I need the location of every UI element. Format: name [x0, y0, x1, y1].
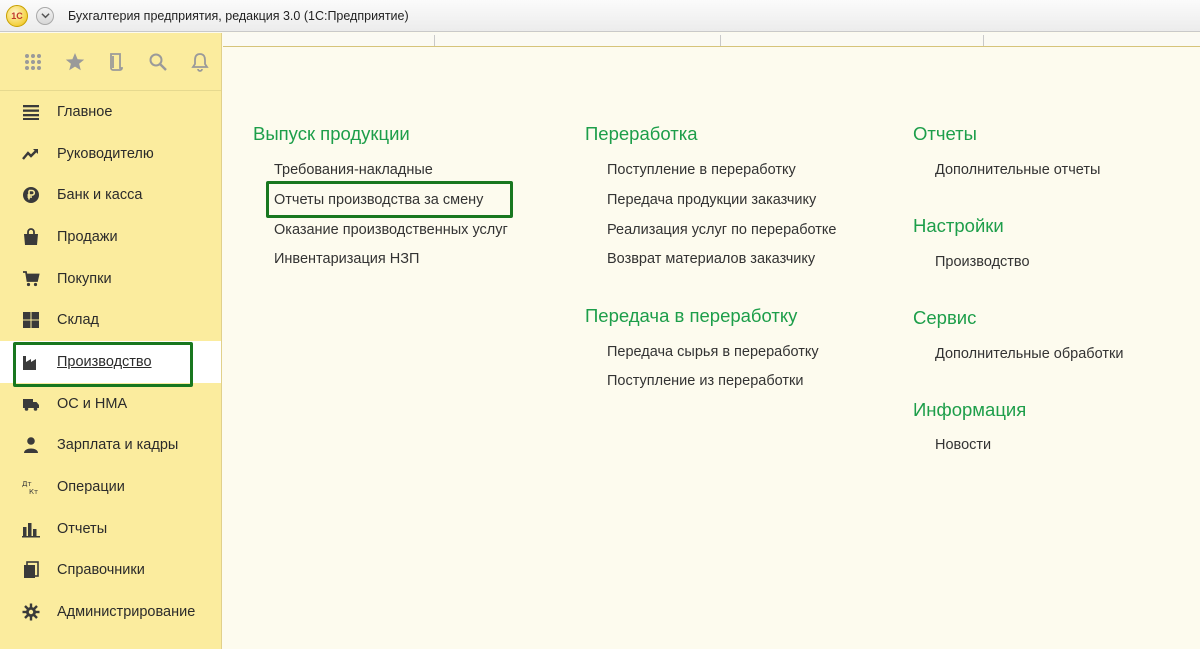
link-shift-production-reports[interactable]: Отчеты производства за смену [274, 192, 483, 208]
chevron-down-icon [40, 13, 50, 19]
sections-panel: Главное Руководителю Банк и касса Продаж… [0, 33, 222, 649]
1c-logo-icon[interactable]: 1С [6, 4, 28, 27]
sidebar-item-main[interactable]: Главное [0, 91, 221, 133]
factory-icon [20, 352, 42, 372]
sidebar-item-purchases[interactable]: Покупки [0, 258, 221, 300]
sidebar-item-salary[interactable]: Зарплата и кадры [0, 425, 221, 467]
link-receipt-from-processing[interactable]: Поступление из переработки [607, 373, 803, 389]
link-receipt-for-processing[interactable]: Поступление в переработку [607, 162, 796, 178]
link-news[interactable]: Новости [935, 437, 991, 453]
logo-text: 1С [11, 10, 23, 21]
person-icon [20, 435, 42, 455]
sidebar-toolbar [0, 33, 221, 91]
section-title-settings: Настройки [913, 215, 1004, 236]
apps-grid-icon[interactable] [12, 40, 54, 84]
section-title-info: Информация [913, 399, 1027, 420]
sidebar-item-label: Отчеты [57, 520, 108, 537]
window-titlebar: 1С Бухгалтерия предприятия, редакция 3.0… [0, 0, 1200, 32]
sidebar-item-reports[interactable]: Отчеты [0, 508, 221, 550]
tab-separator [720, 35, 721, 46]
bar-chart-icon [20, 519, 42, 539]
bell-icon[interactable] [179, 40, 221, 84]
sidebar-item-manager[interactable]: Руководителю [0, 133, 221, 175]
section-title-reports: Отчеты [913, 123, 977, 144]
trend-up-icon [20, 144, 42, 164]
sidebar-item-label: Руководителю [57, 145, 154, 162]
link-wip-inventory[interactable]: Инвентаризация НЗП [274, 251, 419, 267]
sidebar-item-label: Покупки [57, 270, 112, 287]
sidebar-item-label: ОС и НМА [57, 395, 128, 412]
sidebar-item-label: Операции [57, 479, 125, 496]
shopping-bag-icon [20, 227, 42, 247]
main-menu-button[interactable] [36, 6, 54, 25]
link-materials-return[interactable]: Возврат материалов заказчику [607, 251, 815, 267]
link-additional-reports[interactable]: Дополнительные отчеты [935, 162, 1100, 178]
star-icon[interactable] [54, 40, 96, 84]
sidebar-item-sales[interactable]: Продажи [0, 216, 221, 258]
search-icon[interactable] [137, 40, 179, 84]
gear-icon [20, 602, 42, 622]
sidebar-item-label: Банк и касса [57, 187, 143, 204]
sidebar-item-label: Продажи [57, 228, 118, 245]
svg-text:Кт: Кт [29, 488, 38, 496]
sidebar-item-label: Склад [57, 312, 99, 329]
link-production-settings[interactable]: Производство [935, 254, 1030, 270]
sidebar-item-label: Справочники [57, 562, 145, 579]
sidebar-item-directories[interactable]: Справочники [0, 550, 221, 592]
menu-lines-icon [20, 102, 42, 122]
history-icon[interactable] [96, 40, 138, 84]
link-additional-processing[interactable]: Дополнительные обработки [935, 346, 1123, 362]
window-title: Бухгалтерия предприятия, редакция 3.0 (1… [68, 8, 409, 23]
open-windows-strip [223, 33, 1200, 47]
sidebar-item-label: Производство [57, 353, 152, 370]
link-transfer-to-customer[interactable]: Передача продукции заказчику [607, 192, 816, 208]
ruble-coin-icon [20, 185, 42, 205]
warehouse-grid-icon [20, 310, 42, 330]
truck-icon [20, 394, 42, 414]
sidebar-item-label: Администрирование [57, 604, 196, 621]
section-title-to-processing: Передача в переработку [585, 305, 798, 326]
svg-text:Дт: Дт [22, 480, 32, 488]
link-requirements-invoices[interactable]: Требования-накладные [274, 162, 433, 178]
link-production-services[interactable]: Оказание производственных услуг [274, 222, 508, 238]
sidebar-item-label: Главное [57, 103, 113, 120]
sidebar-item-label: Зарплата и кадры [57, 437, 179, 454]
section-title-output: Выпуск продукции [253, 123, 410, 144]
sections-list: Главное Руководителю Банк и касса Продаж… [0, 91, 221, 633]
tab-separator [434, 35, 435, 46]
sidebar-item-fixed-assets[interactable]: ОС и НМА [0, 383, 221, 425]
sidebar-item-production[interactable]: Производство [0, 341, 221, 387]
dt-kt-icon: Дт Кт [20, 477, 42, 497]
link-raw-materials-transfer[interactable]: Передача сырья в переработку [607, 344, 819, 360]
sidebar-item-operations[interactable]: Дт Кт Операции [0, 466, 221, 508]
section-title-processing: Переработка [585, 123, 698, 144]
books-icon [20, 560, 42, 580]
tab-separator [983, 35, 984, 46]
sidebar-item-administration[interactable]: Администрирование [0, 591, 221, 633]
cart-icon [20, 269, 42, 289]
link-processing-services-sale[interactable]: Реализация услуг по переработке [607, 222, 836, 238]
sidebar-item-warehouse[interactable]: Склад [0, 299, 221, 341]
section-title-service: Сервис [913, 307, 977, 328]
sidebar-item-bank[interactable]: Банк и касса [0, 174, 221, 216]
